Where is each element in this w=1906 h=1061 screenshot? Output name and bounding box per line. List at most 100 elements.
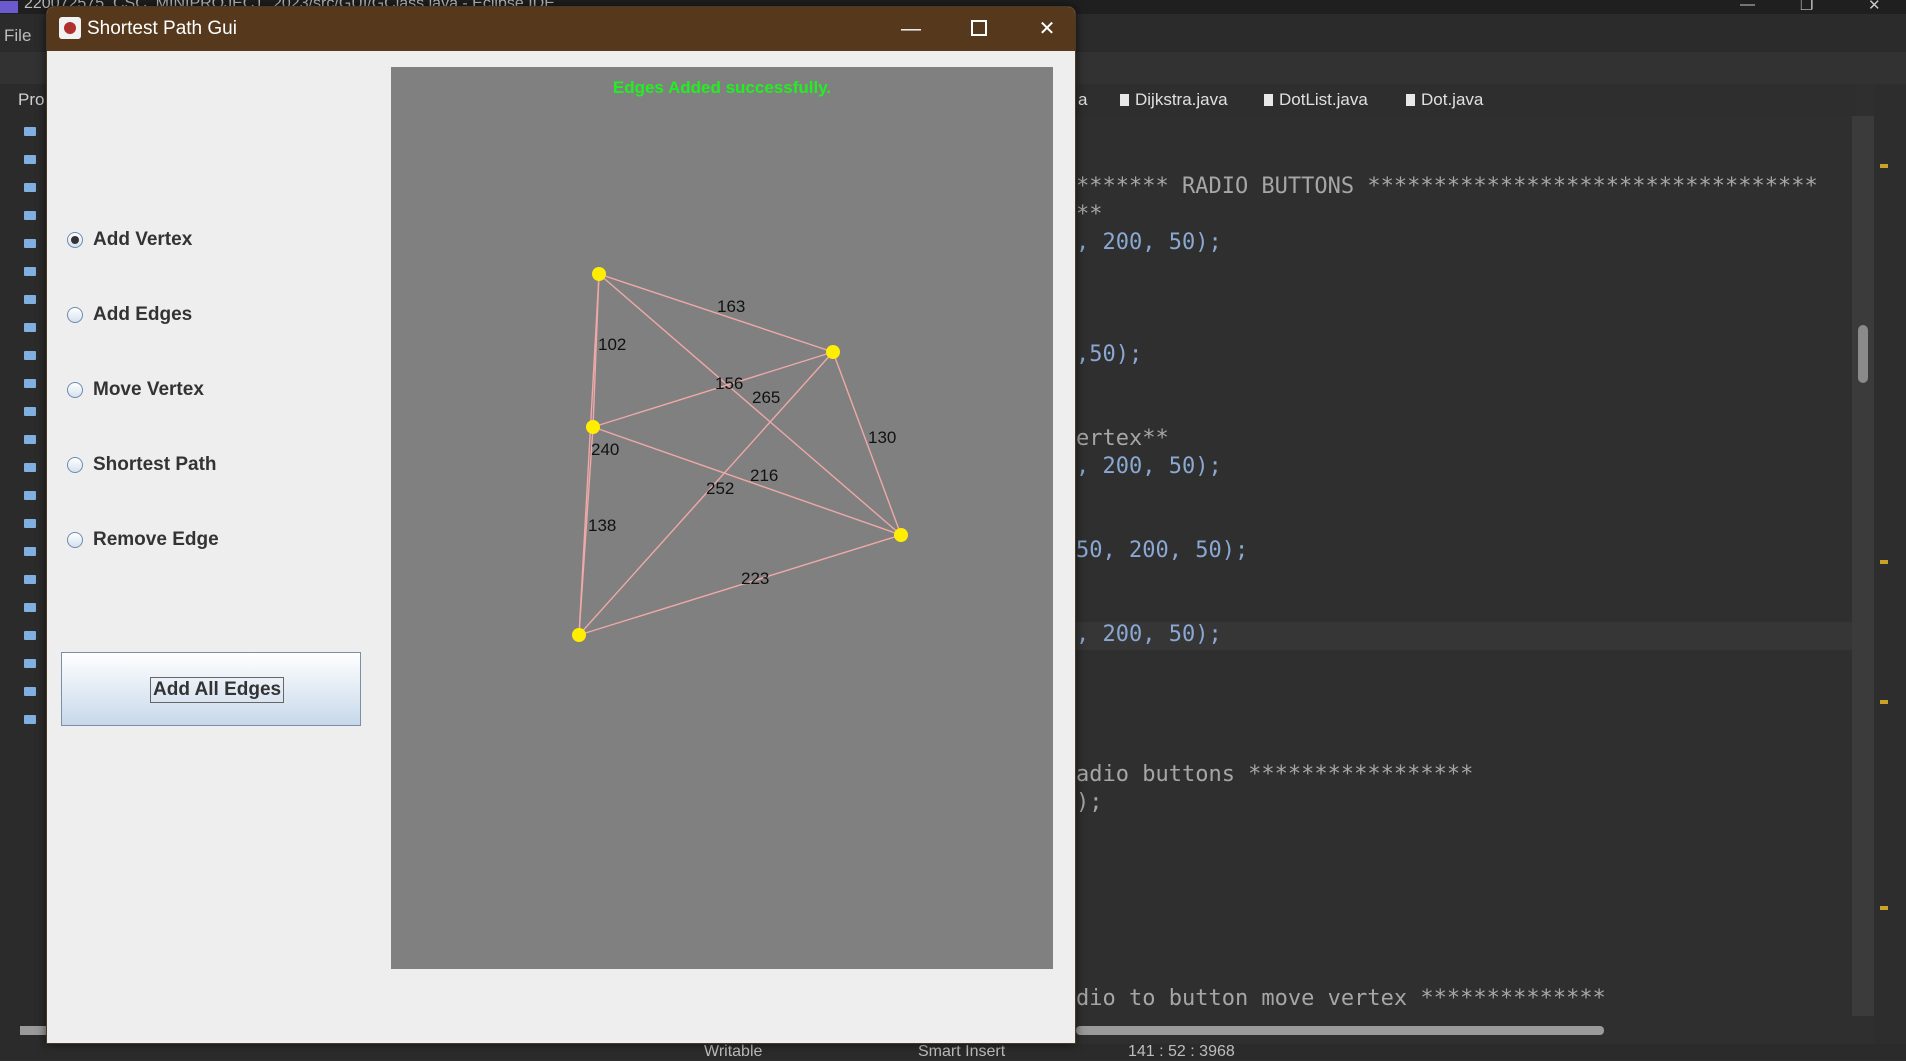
edges-group [578,273,902,636]
maximize-icon [971,20,987,36]
package-folder-icon[interactable] [24,435,36,444]
edge-weight-label: 156 [715,374,743,393]
graph-vertex[interactable] [586,420,600,434]
package-folder-icon[interactable] [24,351,36,360]
ide-restore-icon[interactable]: ❐ [1800,0,1813,14]
eclipse-logo-icon [0,1,18,13]
graph-edge[interactable] [592,351,834,428]
edge-weight-label: 102 [598,335,626,354]
maximize-button[interactable] [945,7,1013,51]
graph-vertex[interactable] [592,267,606,281]
overview-ruler [1874,84,1906,1044]
graph-vertex[interactable] [826,345,840,359]
edge-weight-label: 265 [752,388,780,407]
shortest-path-window: Shortest Path Gui — ✕ Add Vertex Add Edg… [46,6,1076,1044]
package-folder-icon[interactable] [24,211,36,220]
ruler-marker[interactable] [1880,164,1888,168]
minimize-button[interactable]: — [877,7,945,51]
editor-tab-dotlist[interactable]: DotList.java [1264,90,1368,110]
radio-indicator[interactable] [67,382,83,398]
package-folder-icon[interactable] [24,715,36,724]
close-button[interactable]: ✕ [1013,7,1075,51]
package-folder-icon[interactable] [24,631,36,640]
radio-indicator[interactable] [67,457,83,473]
menu-file[interactable]: File [4,26,31,46]
editor-tab[interactable]: a [1078,90,1087,110]
package-folder-icon[interactable] [24,687,36,696]
radio-add-vertex[interactable]: Add Vertex [67,225,192,255]
ide-minimize-icon[interactable]: — [1740,0,1755,13]
radio-label: Add Edges [93,304,193,325]
radio-label: Remove Edge [93,529,219,550]
add-all-edges-button[interactable]: Add All Edges [61,652,361,726]
close-icon: ✕ [1038,18,1056,40]
status-writable: Writable [704,1043,763,1060]
editor-vertical-scrollbar[interactable] [1852,116,1874,1016]
java-app-icon [59,17,81,39]
package-folder-icon[interactable] [24,547,36,556]
ruler-marker[interactable] [1880,560,1888,564]
java-file-icon [1120,94,1129,106]
radio-label: Move Vertex [93,379,204,400]
window-title-bar[interactable]: Shortest Path Gui — ✕ [47,7,1075,51]
code-line[interactable]: 50, 200, 50); [1076,538,1248,563]
graph-edge[interactable] [592,426,902,536]
editor-tab-dot[interactable]: Dot.java [1406,90,1483,110]
code-line[interactable]: ); [1076,790,1103,815]
graph-canvas[interactable]: Edges Added successfully. 163 102 156 26… [391,67,1053,969]
radio-shortest-path[interactable]: Shortest Path [67,450,217,480]
package-folder-icon[interactable] [24,463,36,472]
code-line[interactable]: adio buttons ***************** [1076,762,1473,787]
radio-label: Shortest Path [93,454,217,475]
radio-indicator[interactable] [67,232,83,248]
package-folder-icon[interactable] [24,295,36,304]
graph-edge[interactable] [598,273,902,536]
ruler-marker[interactable] [1880,906,1888,910]
package-folder-icon[interactable] [24,379,36,388]
code-line[interactable]: , 200, 50); [1076,230,1222,255]
code-line[interactable]: , 200, 50); [1076,622,1222,647]
code-line[interactable]: ,50); [1076,342,1142,367]
edge-weight-label: 163 [717,297,745,316]
package-folder-icon[interactable] [24,267,36,276]
package-folder-icon[interactable] [24,127,36,136]
radio-indicator[interactable] [67,307,83,323]
package-folder-icon[interactable] [24,603,36,612]
code-line[interactable]: ** [1076,202,1103,227]
graph-drawing[interactable]: Edges Added successfully. 163 102 156 26… [391,67,1053,969]
radio-move-vertex[interactable]: Move Vertex [67,375,204,405]
code-line[interactable]: ******* RADIO BUTTONS ******************… [1076,174,1818,199]
package-folder-icon[interactable] [24,519,36,528]
radio-indicator[interactable] [67,532,83,548]
status-message: Edges Added successfully. [613,78,831,97]
editor-scroll-thumb[interactable] [1858,325,1868,383]
package-explorer-tab[interactable]: Pro [18,90,44,110]
package-folder-icon[interactable] [24,575,36,584]
radio-label: Add Vertex [93,229,193,250]
ruler-marker[interactable] [1880,700,1888,704]
graph-edge[interactable] [598,273,834,353]
package-folder-icon[interactable] [24,407,36,416]
package-folder-icon[interactable] [24,323,36,332]
edge-weight-label: 216 [750,466,778,485]
radio-add-edges[interactable]: Add Edges [67,300,192,330]
graph-edge[interactable] [578,534,902,636]
status-cursor-position: 141 : 52 : 3968 [1128,1043,1235,1060]
package-folder-icon[interactable] [24,491,36,500]
code-line[interactable]: ertex** [1076,426,1169,451]
java-file-icon [1406,94,1415,106]
code-line[interactable]: dio to button move vertex ************** [1076,986,1606,1011]
graph-vertex[interactable] [572,628,586,642]
editor-tab-dijkstra[interactable]: Dijkstra.java [1120,90,1228,110]
radio-remove-edge[interactable]: Remove Edge [67,525,219,555]
edge-weight-label: 130 [868,428,896,447]
graph-vertex[interactable] [894,528,908,542]
package-folder-icon[interactable] [24,183,36,192]
ide-close-icon[interactable]: ✕ [1868,0,1881,14]
package-folder-icon[interactable] [24,659,36,668]
package-folder-icon[interactable] [24,155,36,164]
package-folder-icon[interactable] [24,239,36,248]
editor-horizontal-scrollbar[interactable] [1076,1026,1604,1035]
code-line[interactable]: , 200, 50); [1076,454,1222,479]
edge-weight-label: 138 [588,516,616,535]
